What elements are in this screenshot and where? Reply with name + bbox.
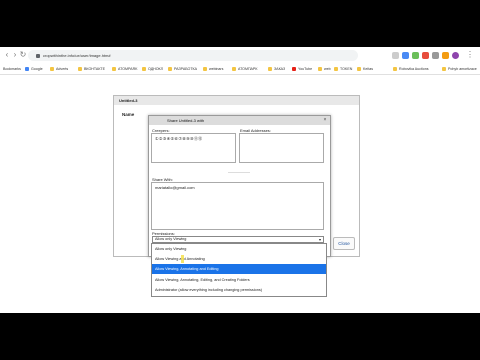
permission-option[interactable]: Administrator (allow everything includin…	[152, 285, 326, 295]
permissions-select[interactable]: Allow only Viewing ▾	[152, 236, 324, 243]
address-bar[interactable]: cropwithinthe.info/ue/user/image.htm#	[28, 50, 358, 61]
bookmark-item[interactable]: РАЗРАБОТКА	[168, 67, 197, 72]
chevron-down-icon: ▾	[318, 237, 321, 242]
reload-icon[interactable]: ↻	[19, 51, 27, 59]
extension-icon[interactable]	[402, 52, 409, 59]
bookmark-item[interactable]: Adverts	[50, 67, 68, 72]
extension-icon[interactable]	[412, 52, 419, 59]
share-with-field[interactable]: mariatallo@gmail.com	[151, 182, 324, 230]
bookmark-item[interactable]: ОДНОКЛ	[142, 67, 163, 72]
forward-icon[interactable]: ›	[11, 51, 19, 59]
back-icon[interactable]: ‹	[3, 51, 11, 59]
bookmark-item[interactable]: ЗАКАЗ	[268, 67, 285, 72]
url-text: cropwithinthe.info/ue/user/image.htm#	[43, 53, 111, 58]
bookmark-item[interactable]: TOKEN	[334, 67, 352, 72]
browser-toolbar: ‹ › ↻ cropwithinthe.info/ue/user/image.h…	[0, 47, 480, 66]
extension-icon[interactable]	[392, 52, 399, 59]
mouse-cursor-highlight	[181, 255, 184, 263]
permission-option[interactable]: Allow Viewing, Annotating, Editing, and …	[152, 275, 326, 285]
divider	[228, 172, 250, 173]
bookmark-item[interactable]: ATOMPARK	[112, 67, 138, 72]
permission-option[interactable]: Allow only Viewing	[152, 244, 326, 254]
bookmark-item[interactable]: Robovika Auctions	[393, 67, 429, 72]
lock-icon	[36, 53, 40, 58]
bookmarks-bar: Bookmarks Google Adverts ВКОНТАКТЕ ATOMP…	[0, 65, 480, 75]
bookmark-item[interactable]: Bookmarks	[3, 67, 21, 72]
permissions-selected-value: Allow only Viewing	[155, 237, 187, 241]
permission-option[interactable]: Allow Viewing and Annotating	[152, 254, 326, 264]
share-dialog-title: Share Untitled-3 with	[149, 116, 330, 125]
bookmark-item[interactable]: Keitas	[357, 67, 373, 72]
name-column-header: Name	[122, 112, 135, 117]
permissions-dropdown-list: Allow only Viewing Allow Viewing and Ann…	[151, 243, 327, 297]
untitled-dialog-title: Untitled-3	[114, 96, 359, 105]
bookmark-item[interactable]: web	[318, 67, 331, 72]
extension-icon[interactable]	[422, 52, 429, 59]
bookmark-item[interactable]: ВКОНТАКТЕ	[78, 67, 105, 72]
permission-option-selected[interactable]: Allow Viewing, Annotating and Editing	[152, 264, 326, 274]
email-addresses-field[interactable]	[239, 133, 324, 163]
profile-avatar[interactable]	[452, 52, 459, 59]
share-with-email: mariatallo@gmail.com	[155, 185, 195, 190]
close-icon[interactable]: ×	[322, 117, 328, 123]
bookmark-item[interactable]: webinars	[203, 67, 223, 72]
extension-icon[interactable]	[432, 52, 439, 59]
menu-icon[interactable]: ⋮	[466, 51, 474, 59]
close-button[interactable]: Close	[333, 237, 355, 250]
bookmark-item[interactable]: Pohyb amortizace	[442, 67, 477, 72]
creepers-list[interactable]: ①②③④⑤⑥⑦⑧⑨⑩⑪⑫	[151, 133, 236, 163]
bookmark-item[interactable]: Google	[25, 67, 43, 72]
extension-icon[interactable]	[442, 52, 449, 59]
bookmark-item[interactable]: АТОМПАРК	[232, 67, 257, 72]
bookmark-item[interactable]: YouTube	[292, 67, 312, 72]
